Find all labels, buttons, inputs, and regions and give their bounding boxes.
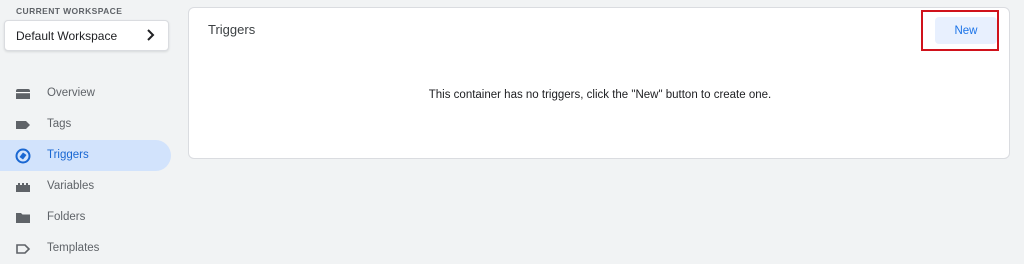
sidebar: CURRENT WORKSPACE Default Workspace Over… <box>0 0 178 260</box>
workspace-selector[interactable]: Default Workspace <box>4 20 169 51</box>
sidebar-item-overview[interactable]: Overview <box>0 78 171 109</box>
variables-icon <box>16 183 30 192</box>
overview-icon <box>16 89 30 99</box>
sidebar-item-label: Folders <box>47 211 86 223</box>
workspace-label: CURRENT WORKSPACE <box>16 6 123 16</box>
sidebar-item-folders[interactable]: Folders <box>0 202 171 233</box>
sidebar-item-label: Tags <box>47 118 72 130</box>
tag-icon <box>16 121 30 129</box>
sidebar-nav: Overview Tags Triggers Variables Folders… <box>0 78 171 264</box>
triggers-card: Triggers New This container has no trigg… <box>188 7 1010 159</box>
workspace-name: Default Workspace <box>16 29 118 43</box>
trigger-icon <box>15 148 31 164</box>
page-title: Triggers <box>208 22 256 37</box>
template-icon <box>16 244 31 254</box>
sidebar-item-tags[interactable]: Tags <box>0 109 171 140</box>
empty-state-message: This container has no triggers, click th… <box>428 89 772 101</box>
sidebar-item-templates[interactable]: Templates <box>0 233 171 264</box>
folder-icon <box>16 213 30 223</box>
sidebar-item-label: Templates <box>47 242 100 254</box>
sidebar-item-label: Triggers <box>47 149 89 161</box>
sidebar-item-label: Variables <box>47 180 95 192</box>
sidebar-item-label: Overview <box>47 87 95 99</box>
chevron-right-icon <box>147 29 155 41</box>
new-trigger-button[interactable]: New <box>935 17 997 44</box>
sidebar-item-triggers[interactable]: Triggers <box>0 140 171 171</box>
sidebar-item-variables[interactable]: Variables <box>0 171 171 202</box>
